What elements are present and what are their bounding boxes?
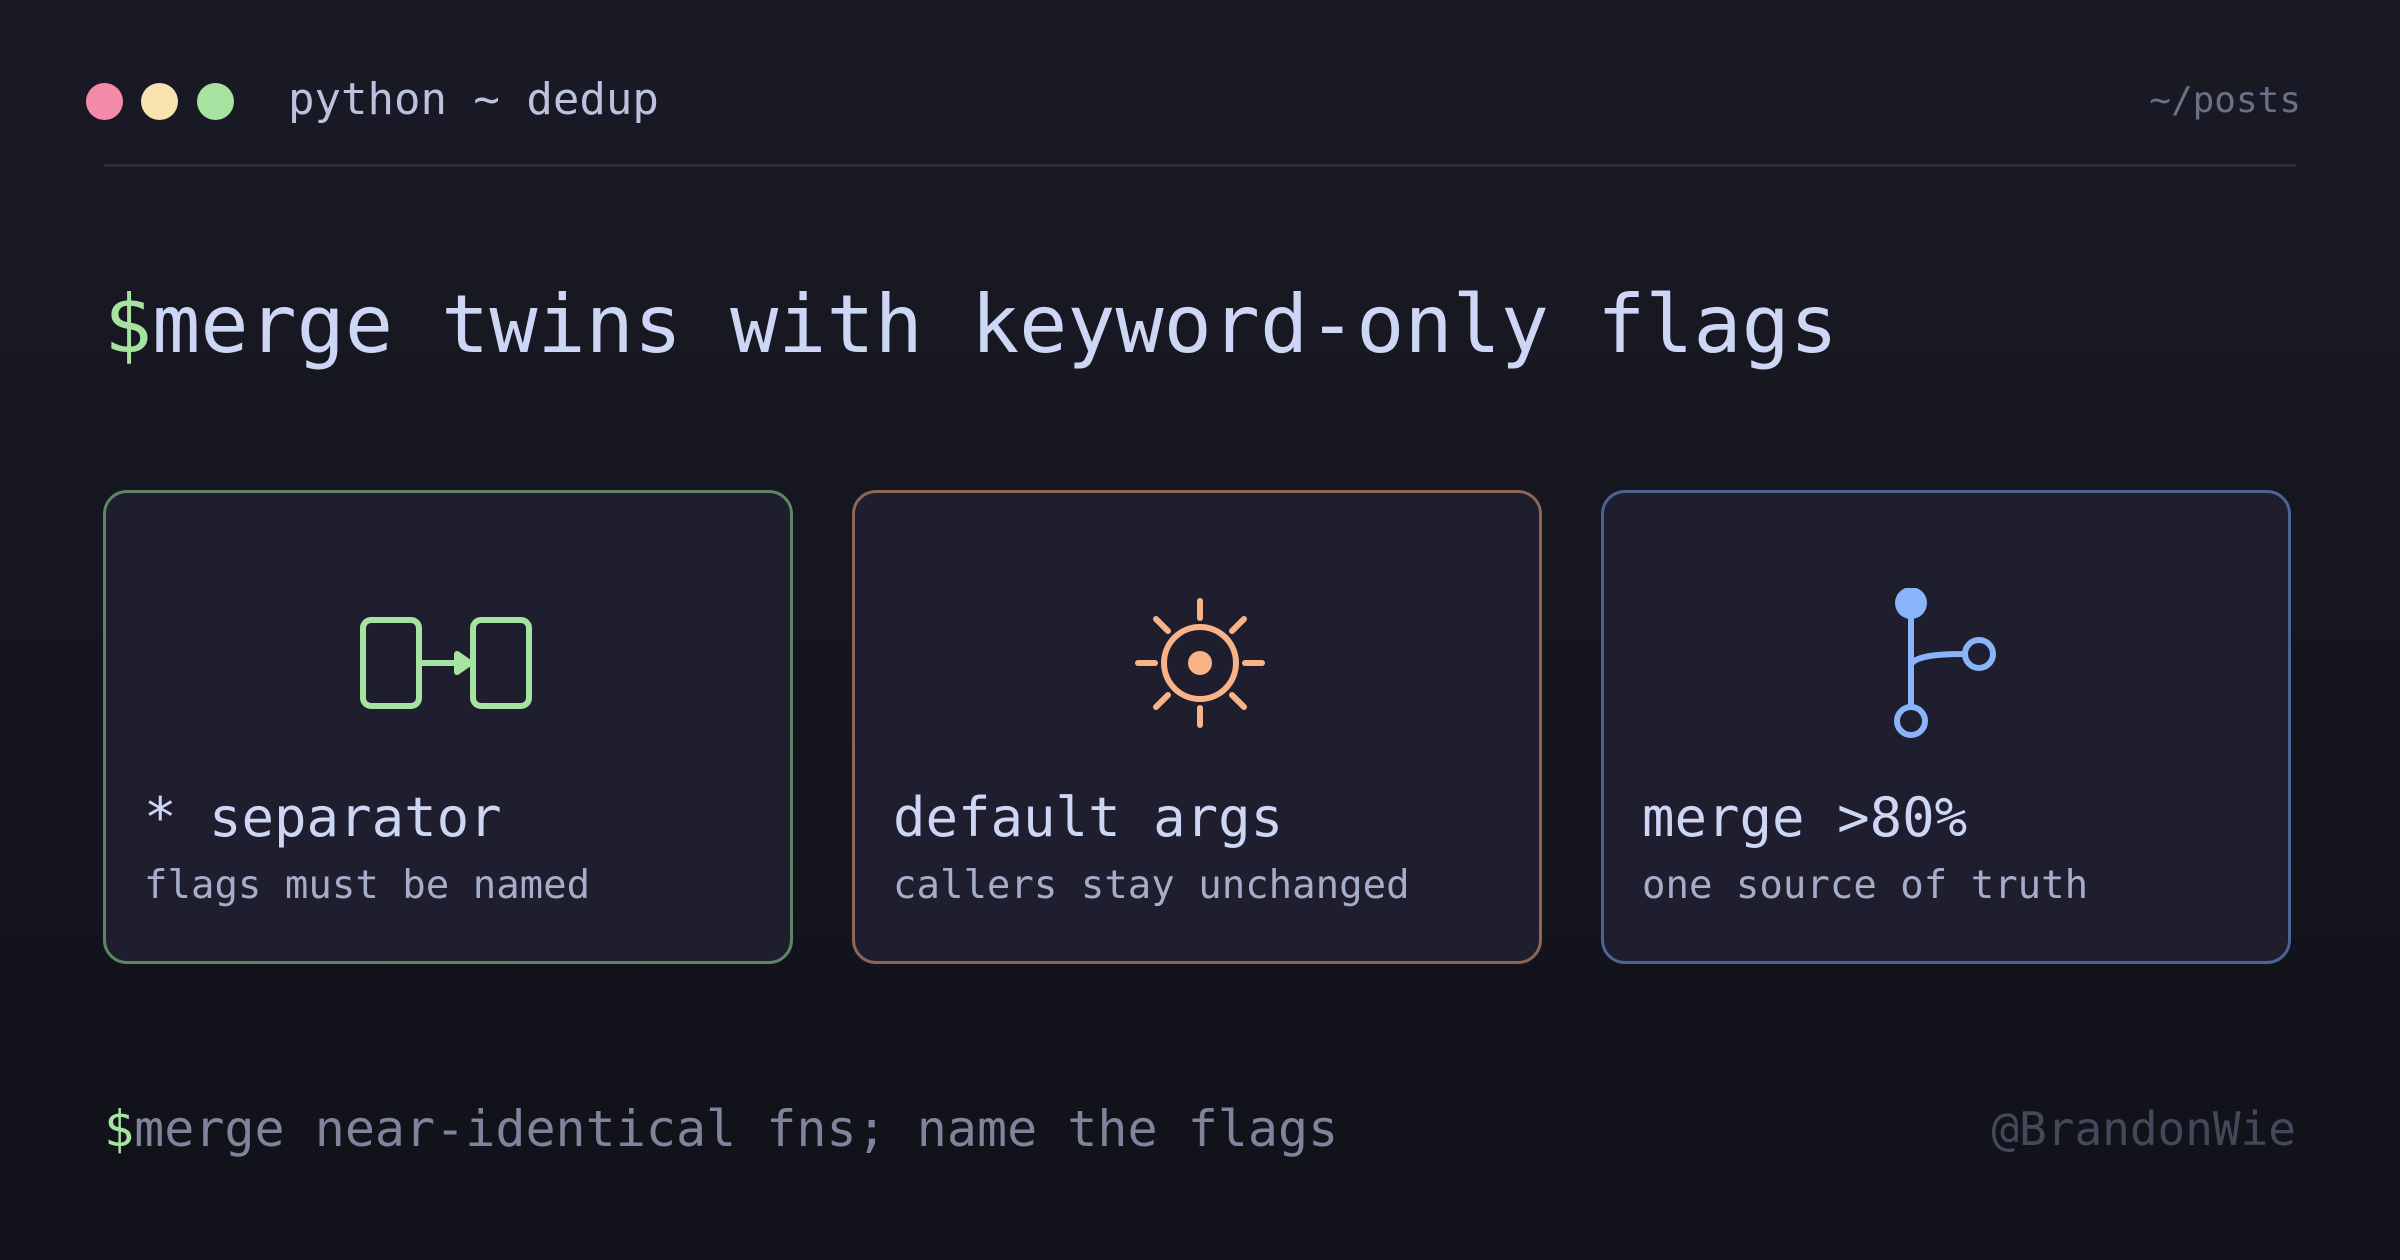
split-boxes-arrow-icon bbox=[351, 588, 551, 738]
footer-prompt: $ bbox=[104, 1100, 135, 1158]
minimize-dot-icon[interactable] bbox=[141, 83, 178, 120]
card-subtitle: flags must be named bbox=[144, 863, 591, 908]
window-title: python ~ dedup bbox=[288, 74, 659, 125]
title-text: merge twins with keyword-only flags bbox=[152, 278, 1838, 371]
card-subtitle: one source of truth bbox=[1642, 863, 2089, 908]
card-title: default args bbox=[893, 786, 1284, 849]
card-separator: * separator flags must be named bbox=[103, 490, 793, 964]
close-dot-icon[interactable] bbox=[86, 83, 123, 120]
footer-text: merge near-identical fns; name the flags bbox=[134, 1100, 1339, 1158]
git-merge-branch-icon bbox=[1849, 588, 2049, 738]
window-titlebar: python ~ dedup ~/posts bbox=[86, 68, 2301, 134]
card-merge: merge >80% one source of truth bbox=[1601, 490, 2291, 964]
card-title: * separator bbox=[144, 786, 502, 849]
window-path: ~/posts bbox=[2149, 80, 2301, 121]
maximize-dot-icon[interactable] bbox=[197, 83, 234, 120]
card-subtitle: callers stay unchanged bbox=[893, 863, 1410, 908]
header-divider bbox=[104, 164, 2296, 167]
footer-summary: $merge near-identical fns; name the flag… bbox=[104, 1096, 1338, 1162]
title-prompt: $ bbox=[104, 278, 153, 371]
author-handle: @BrandonWie bbox=[1991, 1102, 2296, 1156]
gear-sun-icon bbox=[1100, 588, 1300, 738]
page-title: $merge twins with keyword-only flags bbox=[104, 270, 1838, 380]
card-title: merge >80% bbox=[1642, 786, 1968, 849]
card-default-args: default args callers stay unchanged bbox=[852, 490, 1542, 964]
